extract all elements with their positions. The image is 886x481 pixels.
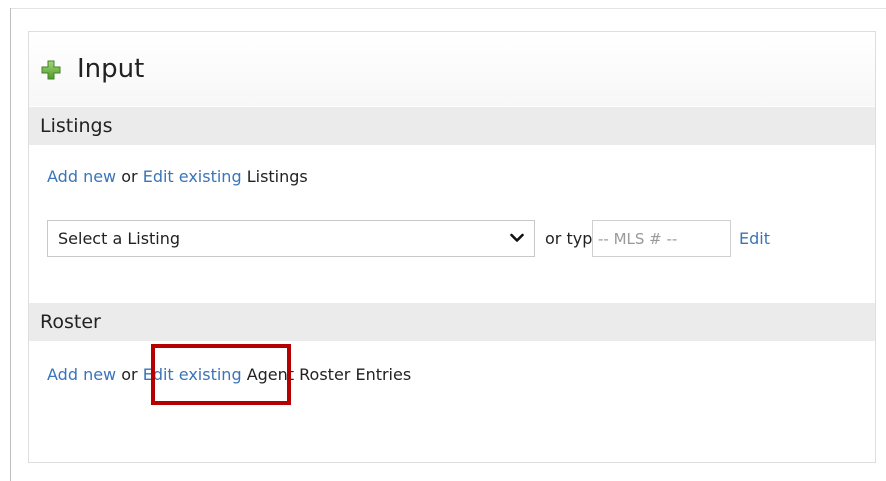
chevron-down-icon xyxy=(510,233,524,242)
roster-suffix-text: Agent Roster Entries xyxy=(246,365,412,384)
listings-edit-existing-link[interactable]: Edit existing xyxy=(143,167,242,186)
listings-suffix-text: Listings xyxy=(246,167,308,186)
roster-actions-line: Add new or Edit existing Agent Roster En… xyxy=(47,364,411,386)
panel-title: Input xyxy=(77,54,145,84)
listing-select-value: Select a Listing xyxy=(58,229,181,248)
listings-add-new-link[interactable]: Add new xyxy=(47,167,116,186)
listings-section-header: Listings xyxy=(29,107,875,145)
roster-section-header: Roster xyxy=(29,303,875,341)
roster-or-text: or xyxy=(121,365,138,384)
listings-or-text: or xyxy=(121,167,138,186)
roster-edit-existing-link[interactable]: Edit existing xyxy=(143,365,242,384)
panel-header: Input xyxy=(29,32,875,106)
frame-top-border xyxy=(10,8,886,9)
frame-left-border xyxy=(10,8,11,481)
roster-add-new-link[interactable]: Add new xyxy=(47,365,116,384)
input-panel: Input Listings Add new or Edit existing … xyxy=(28,31,876,463)
edit-listing-link[interactable]: Edit xyxy=(739,228,770,250)
plus-icon xyxy=(41,60,61,80)
mls-number-input[interactable] xyxy=(592,220,731,257)
listings-actions-line: Add new or Edit existing Listings xyxy=(47,166,308,188)
listing-select[interactable]: Select a Listing xyxy=(47,220,535,257)
